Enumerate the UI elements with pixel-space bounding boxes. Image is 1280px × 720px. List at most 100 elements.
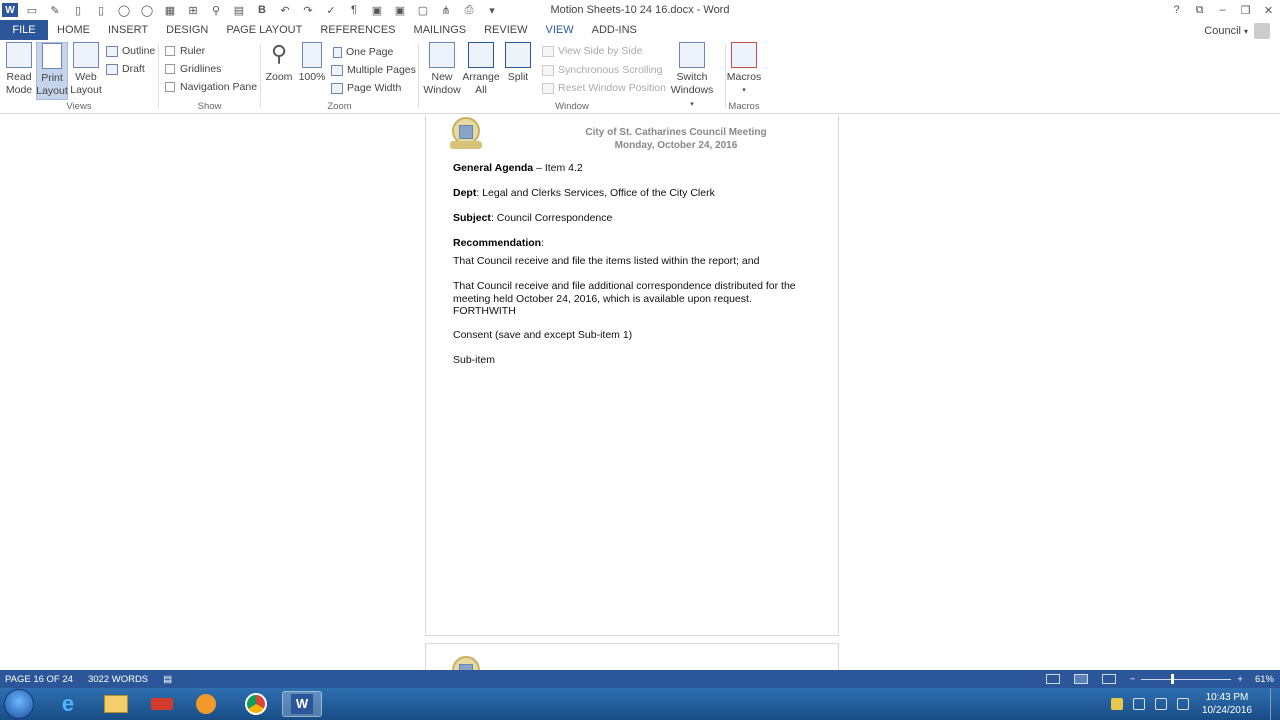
- paste-icon[interactable]: ▤: [231, 3, 247, 17]
- word-count[interactable]: 3022 WORDS: [88, 674, 148, 685]
- bold-icon[interactable]: B: [254, 3, 270, 17]
- recommendation-heading: Recommendation:: [453, 237, 545, 249]
- page-count[interactable]: PAGE 16 OF 24: [5, 674, 73, 685]
- arrange-all-button[interactable]: Arrange All: [462, 42, 500, 97]
- media-player-icon[interactable]: [186, 691, 226, 717]
- subject-label: Subject: [453, 212, 491, 224]
- undo-icon[interactable]: ↶: [277, 3, 293, 17]
- save-as-icon[interactable]: ▣: [369, 3, 385, 17]
- reset-window-position-button[interactable]: Reset Window Position: [542, 82, 666, 94]
- word-icon[interactable]: W: [2, 3, 18, 17]
- table-icon[interactable]: ▦: [162, 3, 178, 17]
- macros-button[interactable]: Macros ▾: [727, 42, 761, 97]
- agenda-line: General Agenda – Item 4.2: [453, 162, 813, 175]
- print-layout-button[interactable]: Print Layout: [36, 42, 68, 100]
- view-side-by-side-button[interactable]: View Side by Side: [542, 45, 642, 57]
- format-painter-icon[interactable]: ✎: [47, 3, 63, 17]
- new-icon[interactable]: ▯: [70, 3, 86, 17]
- spelling-icon[interactable]: ✓: [323, 3, 339, 17]
- file-explorer-icon[interactable]: [96, 691, 136, 717]
- circle2-icon[interactable]: ◯: [139, 3, 155, 17]
- ruler-checkbox[interactable]: Ruler: [165, 45, 205, 57]
- tab-references[interactable]: REFERENCES: [311, 20, 404, 40]
- tab-mailings[interactable]: MAILINGS: [405, 20, 476, 40]
- navigation-pane-checkbox[interactable]: Navigation Pane: [165, 81, 257, 93]
- zoom-out-icon[interactable]: −: [1130, 674, 1136, 685]
- clock[interactable]: 10:43 PM 10/24/2016: [1202, 691, 1252, 717]
- find-icon[interactable]: ⚲: [208, 3, 224, 17]
- city-crest-logo: [448, 117, 484, 155]
- flag-icon[interactable]: [1176, 698, 1189, 710]
- app-icon[interactable]: [142, 691, 182, 717]
- split-button[interactable]: Split: [503, 42, 533, 84]
- tab-insert[interactable]: INSERT: [99, 20, 157, 40]
- tab-design[interactable]: DESIGN: [157, 20, 217, 40]
- volume-icon[interactable]: [1154, 698, 1167, 710]
- read-mode-icon: [6, 42, 32, 68]
- zoom-in-icon[interactable]: +: [1237, 674, 1243, 685]
- minimize-icon[interactable]: –: [1211, 0, 1234, 20]
- help-icon[interactable]: ?: [1165, 0, 1188, 20]
- insert-icon[interactable]: ⊞: [185, 3, 201, 17]
- chrome-icon[interactable]: [236, 691, 276, 717]
- tab-home[interactable]: HOME: [48, 20, 99, 40]
- print-preview-icon[interactable]: ▢: [415, 3, 431, 17]
- account-menu[interactable]: Council ▾: [1204, 23, 1270, 39]
- tab-review[interactable]: REVIEW: [475, 20, 536, 40]
- close-icon[interactable]: ✕: [1257, 0, 1280, 20]
- views-group-label: Views: [66, 101, 92, 112]
- draft-icon: [106, 63, 118, 75]
- network-icon[interactable]: [1132, 698, 1145, 710]
- circle-icon[interactable]: ◯: [116, 3, 132, 17]
- web-layout-button[interactable]: Web Layout: [70, 42, 102, 97]
- tab-add-ins[interactable]: ADD-INS: [583, 20, 646, 40]
- document-area[interactable]: City of St. Catharines Council Meeting M…: [0, 115, 1280, 670]
- one-page-button[interactable]: One Page: [333, 46, 393, 58]
- page-width-button[interactable]: Page Width: [331, 82, 401, 94]
- save-icon[interactable]: ▣: [392, 3, 408, 17]
- macros-icon: [731, 42, 757, 68]
- zoom-slider[interactable]: [1141, 673, 1232, 684]
- ribbon-display-icon[interactable]: ⧉: [1188, 0, 1211, 20]
- tab-page-layout[interactable]: PAGE LAYOUT: [217, 20, 311, 40]
- internet-explorer-icon[interactable]: e: [48, 691, 88, 717]
- zoom-100-button[interactable]: 100%: [298, 42, 326, 84]
- outline-button[interactable]: Outline: [106, 45, 155, 57]
- security-icon[interactable]: [1110, 698, 1123, 710]
- gridlines-checkbox[interactable]: Gridlines: [165, 63, 221, 75]
- customize-icon[interactable]: ▾: [484, 3, 500, 17]
- proofing-icon[interactable]: ▤: [163, 674, 172, 685]
- show-desktop-button[interactable]: [1270, 688, 1280, 720]
- read-mode-button[interactable]: Read Mode: [4, 42, 34, 97]
- new-doc-icon[interactable]: ▯: [93, 3, 109, 17]
- web-layout-view-icon[interactable]: [1101, 674, 1116, 684]
- tab-view[interactable]: VIEW: [536, 20, 583, 40]
- tab-file[interactable]: FILE: [0, 20, 48, 40]
- paragraph-icon[interactable]: ¶: [346, 3, 362, 17]
- start-button[interactable]: [4, 689, 34, 719]
- tree-icon[interactable]: ⋔: [438, 3, 454, 17]
- draft-button[interactable]: Draft: [106, 63, 145, 75]
- zoom-button[interactable]: ⚲ Zoom: [264, 42, 294, 84]
- system-tray: 10:43 PM 10/24/2016: [1106, 688, 1280, 720]
- restore-icon[interactable]: ❐: [1234, 0, 1257, 20]
- zoom-slider-thumb[interactable]: [1171, 673, 1175, 684]
- show-group-label: Show: [197, 101, 222, 112]
- multiple-pages-button[interactable]: Multiple Pages: [331, 64, 416, 76]
- print-icon[interactable]: ⎙: [461, 3, 477, 17]
- redo-icon[interactable]: ↷: [300, 3, 316, 17]
- open-icon[interactable]: ▭: [24, 3, 40, 17]
- synchronous-scrolling-button[interactable]: Synchronous Scrolling: [542, 64, 662, 76]
- split-icon: [505, 42, 531, 68]
- word-taskbar-icon[interactable]: W: [282, 691, 322, 717]
- zoom-level[interactable]: 61%: [1255, 674, 1274, 685]
- read-mode-view-icon[interactable]: [1045, 674, 1060, 684]
- one-page-icon: [333, 46, 342, 58]
- chevron-down-icon: ▾: [742, 87, 746, 94]
- next-document-page[interactable]: [425, 643, 839, 670]
- document-page[interactable]: City of St. Catharines Council Meeting M…: [425, 115, 839, 636]
- account-name: Council: [1204, 25, 1241, 37]
- new-window-button[interactable]: New Window: [422, 42, 462, 97]
- avatar: [1254, 23, 1270, 39]
- print-layout-view-icon[interactable]: [1073, 674, 1088, 684]
